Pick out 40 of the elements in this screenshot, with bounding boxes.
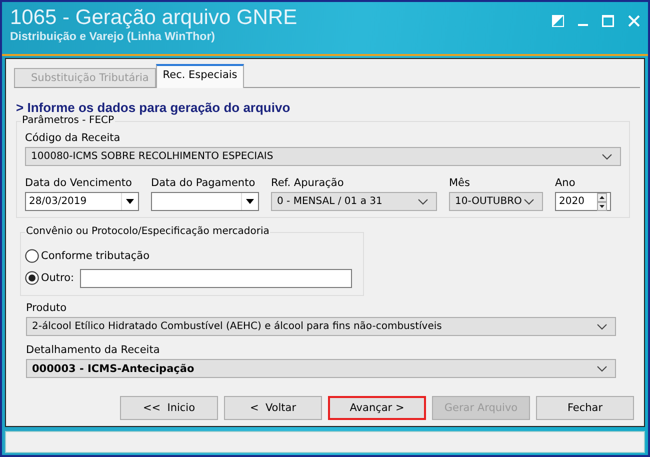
date-field[interactable] — [151, 192, 259, 211]
field-label: Código da Receita — [25, 132, 122, 144]
maximize-icon[interactable] — [602, 15, 614, 27]
field-label: Mês — [449, 177, 471, 189]
dropdown[interactable]: 100080-ICMS SOBRE RECOLHIMENTO ESPECIAIS — [25, 147, 621, 166]
chevron-icon — [602, 154, 612, 160]
window-title: 1065 - Geração arquivo GNRE — [10, 6, 298, 30]
chevron-icon — [597, 324, 607, 330]
dropdown[interactable]: 0 - MENSAL / 01 a 31 — [271, 192, 437, 211]
field-label: Data do Pagamento — [151, 177, 256, 189]
input-field[interactable] — [80, 268, 352, 288]
button[interactable]: Fechar — [536, 396, 634, 420]
field-label: Detalhamento da Receita — [26, 344, 161, 356]
button[interactable]: < Voltar — [224, 396, 322, 420]
group-legend: Convênio ou Protocolo/Especificação mercadoria — [25, 226, 270, 237]
chevron-icon — [524, 198, 534, 204]
dropdown[interactable]: 10-OUTUBRO — [449, 192, 543, 211]
radio-button[interactable]: Conforme tributação — [25, 249, 150, 263]
field-label: Ano — [555, 177, 576, 189]
chevron-icon — [418, 198, 428, 204]
caret-icon — [246, 199, 254, 204]
button[interactable]: Avançar > — [328, 396, 426, 420]
button[interactable]: << Inicio — [120, 396, 218, 420]
date-field[interactable]: 28/03/2019 — [25, 192, 139, 211]
dropdown[interactable]: 000003 - ICMS-Antecipação — [26, 359, 616, 378]
radio-button[interactable]: Outro: — [25, 271, 74, 285]
chevron-icon — [597, 366, 607, 372]
tab[interactable]: Rec. Especiais — [156, 64, 244, 88]
spin-field[interactable]: 2020 — [555, 192, 611, 211]
field-label: Produto — [26, 302, 68, 314]
caret-icon — [126, 199, 134, 204]
field-label: Ref. Apuração — [271, 177, 345, 189]
restore-icon[interactable] — [552, 15, 564, 27]
dropdown[interactable]: 2-álcool Etílico Hidratado Combustível (AEHC) e álcool para fins não-combustíveis — [26, 317, 616, 336]
window-subtitle: Distribuição e Varejo (Linha WinThor) — [10, 31, 216, 43]
field-label: Data do Vencimento — [25, 177, 133, 189]
group-legend: Parâmetros - FECP — [21, 115, 116, 126]
section-heading: > Informe os dados para geração do arquivo — [16, 100, 292, 115]
close-icon[interactable] — [628, 15, 640, 27]
spin-arrows-icon — [597, 192, 607, 210]
